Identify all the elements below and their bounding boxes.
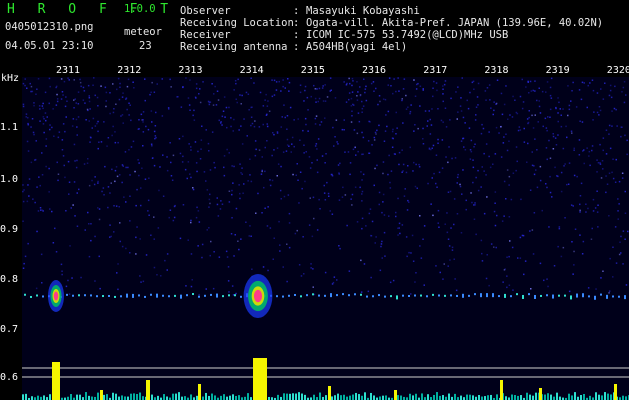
x-tick-label: 2315 (300, 65, 325, 76)
spectrogram: kHz 1.1 1.0 0.9 0.8 0.7 0.6 2311 2312 2313 2314 2… (0, 62, 629, 400)
x-tick-label: 2314 (239, 65, 264, 76)
spectrogram-plot (22, 77, 629, 400)
y-tick-label: 0.7 (0, 324, 19, 335)
header-panel: H R O F F T 1.0.0 0405012310.png 04.05.0… (0, 0, 629, 60)
x-tick-label: 2311 (56, 65, 81, 76)
info-value: Ogata-vill. Akita-Pref. JAPAN (139.96E, … (306, 17, 604, 29)
meteor-label: meteor (124, 26, 162, 38)
info-label: Observer (180, 5, 231, 17)
info-value: ICOM IC-575 53.7492(@LCD)MHz USB (306, 29, 509, 41)
y-axis-unit: kHz (1, 73, 20, 84)
app-version: 1.0.0 (124, 3, 156, 15)
y-tick-label: 1.0 (0, 174, 19, 185)
filename: 0405012310.png (5, 21, 94, 33)
info-label: Receiver (180, 29, 231, 41)
info-label: Receiving Location (180, 17, 294, 29)
x-tick-label: 2312 (117, 65, 142, 76)
info-separator: : (293, 41, 300, 53)
meteor-echo (48, 280, 64, 312)
y-tick-label: 1.1 (0, 122, 19, 133)
y-tick-label: 0.6 (0, 372, 19, 383)
x-tick-label: 2317 (423, 65, 448, 76)
info-value: Masayuki Kobayashi (306, 5, 420, 17)
x-tick-label: 2316 (362, 65, 387, 76)
info-separator: : (293, 17, 300, 29)
meteor-count: 23 (139, 40, 152, 52)
x-tick-label: 2318 (484, 65, 509, 76)
datetime: 04.05.01 23:10 (5, 40, 94, 52)
x-tick-label: 2313 (178, 65, 203, 76)
plot-background (22, 77, 629, 400)
x-tick-label: 2320 (606, 65, 629, 76)
info-separator: : (293, 29, 300, 41)
meteor-echo (243, 274, 273, 318)
info-separator: : (293, 5, 300, 17)
y-tick-label: 0.8 (0, 274, 19, 285)
info-label: Receiving antenna (180, 41, 288, 53)
y-tick-label: 0.9 (0, 224, 19, 235)
x-tick-label: 2319 (545, 65, 570, 76)
info-value: A504HB(yagi 4el) (306, 41, 408, 53)
